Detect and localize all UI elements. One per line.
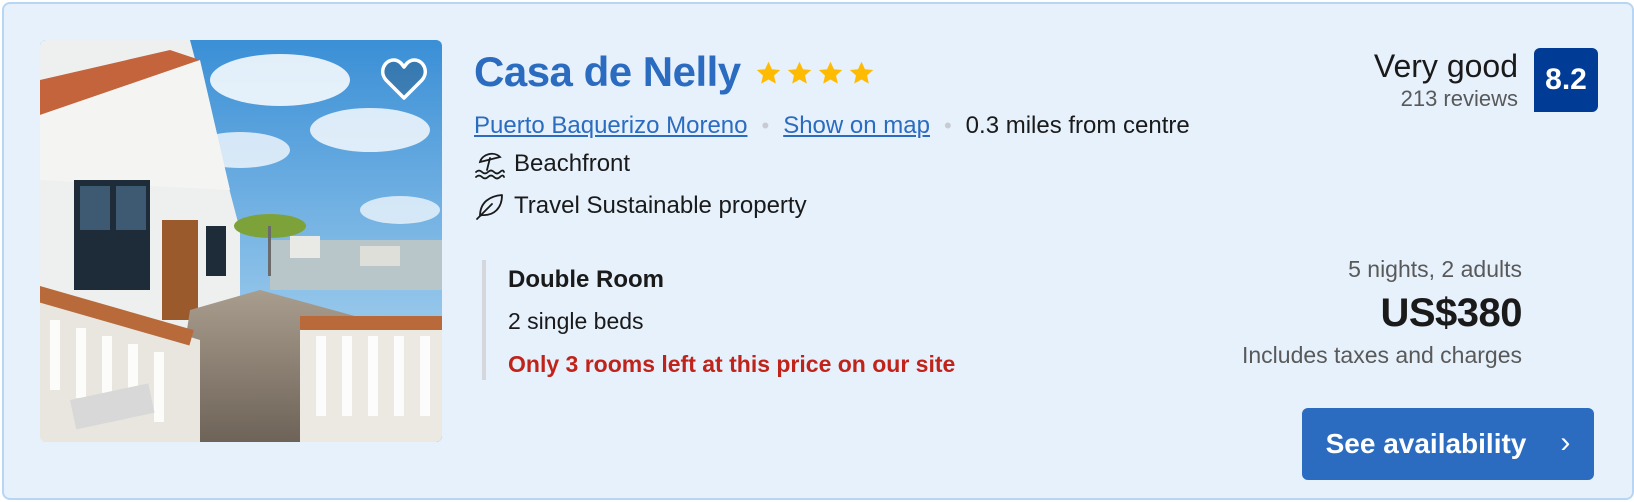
star-icon — [787, 61, 811, 84]
star-icon — [756, 61, 780, 84]
button-label: See availability — [1325, 428, 1527, 459]
feature-beachfront: Beachfront — [474, 146, 630, 182]
review-count: 213 reviews — [1400, 86, 1518, 111]
leaf-icon — [474, 190, 506, 222]
price-amount: US$380 — [1380, 291, 1522, 335]
property-name[interactable]: Casa de Nelly — [474, 48, 741, 96]
show-on-map-link[interactable]: Show on map — [783, 112, 930, 140]
room-info: Double Room 2 single beds Only 3 rooms l… — [482, 260, 1042, 380]
distance-text: 0.3 miles from centre — [965, 112, 1190, 139]
property-card: Casa de Nelly Puerto Baquerizo Moreno • … — [2, 2, 1634, 500]
rating-word: Very good — [1373, 48, 1518, 84]
beach-umbrella-icon — [474, 148, 506, 180]
feature-sustainable: Travel Sustainable property — [474, 188, 807, 224]
price-summary: 5 nights, 2 adults US$380 Includes taxes… — [1241, 256, 1523, 369]
feature-label: Travel Sustainable property — [514, 192, 807, 219]
location-row: Puerto Baquerizo Moreno • Show on map • … — [474, 108, 1190, 144]
review-score[interactable]: Very good 213 reviews 8.2 — [1374, 48, 1598, 112]
separator-dot: • — [943, 113, 952, 138]
bed-config: 2 single beds — [508, 308, 644, 334]
star-rating — [755, 60, 875, 87]
score-badge: 8.2 — [1534, 48, 1598, 112]
chevron-right-icon: › — [1560, 426, 1571, 459]
separator-dot: • — [761, 113, 770, 138]
see-availability-button[interactable]: See availability › — [1302, 408, 1594, 480]
scarcity-message: Only 3 rooms left at this price on our s… — [508, 351, 956, 377]
room-name: Double Room — [508, 266, 664, 293]
taxes-note: Includes taxes and charges — [1241, 342, 1522, 368]
feature-label: Beachfront — [514, 150, 631, 177]
stay-details: 5 nights, 2 adults — [1348, 256, 1522, 282]
title-row: Casa de Nelly — [474, 44, 875, 100]
star-icon — [818, 61, 842, 84]
heart-icon[interactable] — [380, 56, 428, 102]
location-link[interactable]: Puerto Baquerizo Moreno — [474, 112, 748, 140]
star-icon — [849, 61, 873, 84]
rating-text: Very good 213 reviews — [1374, 48, 1518, 112]
